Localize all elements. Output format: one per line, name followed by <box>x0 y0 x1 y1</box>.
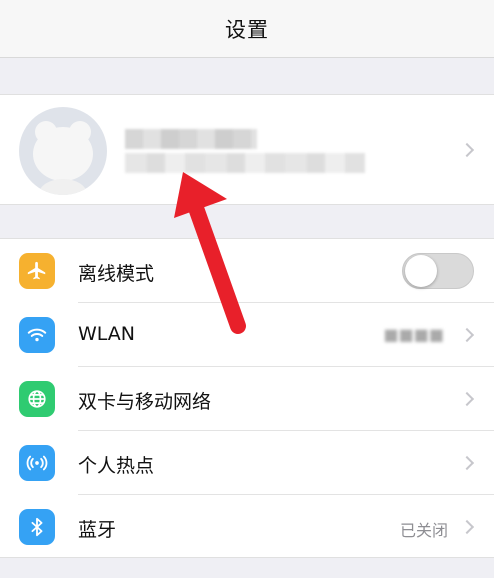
settings-item-label: WLAN <box>78 323 136 345</box>
chevron-right-icon <box>459 391 475 407</box>
avatar-body <box>39 179 87 195</box>
settings-item-label: 双卡与移动网络 <box>78 391 212 413</box>
avatar-face <box>33 127 93 181</box>
chevron-right-icon <box>459 455 475 471</box>
settings-item-wlan[interactable]: WLAN ■■■■ <box>0 303 494 367</box>
chevron-right-icon <box>459 142 475 158</box>
airplane-mode-toggle[interactable] <box>402 253 474 289</box>
wifi-icon <box>19 317 55 353</box>
settings-list: 离线模式 WLAN ■■■■ 双卡与移动网络 个人热点 蓝牙 已关闭 <box>0 238 494 558</box>
settings-item-dual-sim-mobile-network[interactable]: 双卡与移动网络 <box>0 367 494 431</box>
account-profile-card[interactable] <box>0 94 494 205</box>
toggle-knob <box>405 255 437 287</box>
account-id-blurred <box>125 153 365 173</box>
settings-item-bluetooth[interactable]: 蓝牙 已关闭 <box>0 495 494 559</box>
settings-item-label: 离线模式 <box>78 263 155 285</box>
wlan-network-value: ■■■■ <box>383 325 444 344</box>
settings-item-label: 个人热点 <box>78 455 155 477</box>
bluetooth-status-value: 已关闭 <box>399 521 448 540</box>
settings-item-personal-hotspot[interactable]: 个人热点 <box>0 431 494 495</box>
chevron-right-icon <box>459 519 475 535</box>
bluetooth-icon <box>19 509 55 545</box>
navigation-bar: 设置 <box>0 0 494 58</box>
airplane-icon <box>19 253 55 289</box>
settings-item-airplane-mode[interactable]: 离线模式 <box>0 239 494 303</box>
settings-screen: 设置 离线模式 WLAN ■■■■ 双卡与移动网络 个人热点 蓝牙 已关闭 <box>0 0 494 578</box>
settings-item-label: 蓝牙 <box>78 519 117 541</box>
account-name-blurred <box>125 129 257 149</box>
page-title: 设置 <box>225 17 269 42</box>
chevron-right-icon <box>459 327 475 343</box>
avatar <box>19 107 107 195</box>
hotspot-icon <box>19 445 55 481</box>
globe-icon <box>19 381 55 417</box>
